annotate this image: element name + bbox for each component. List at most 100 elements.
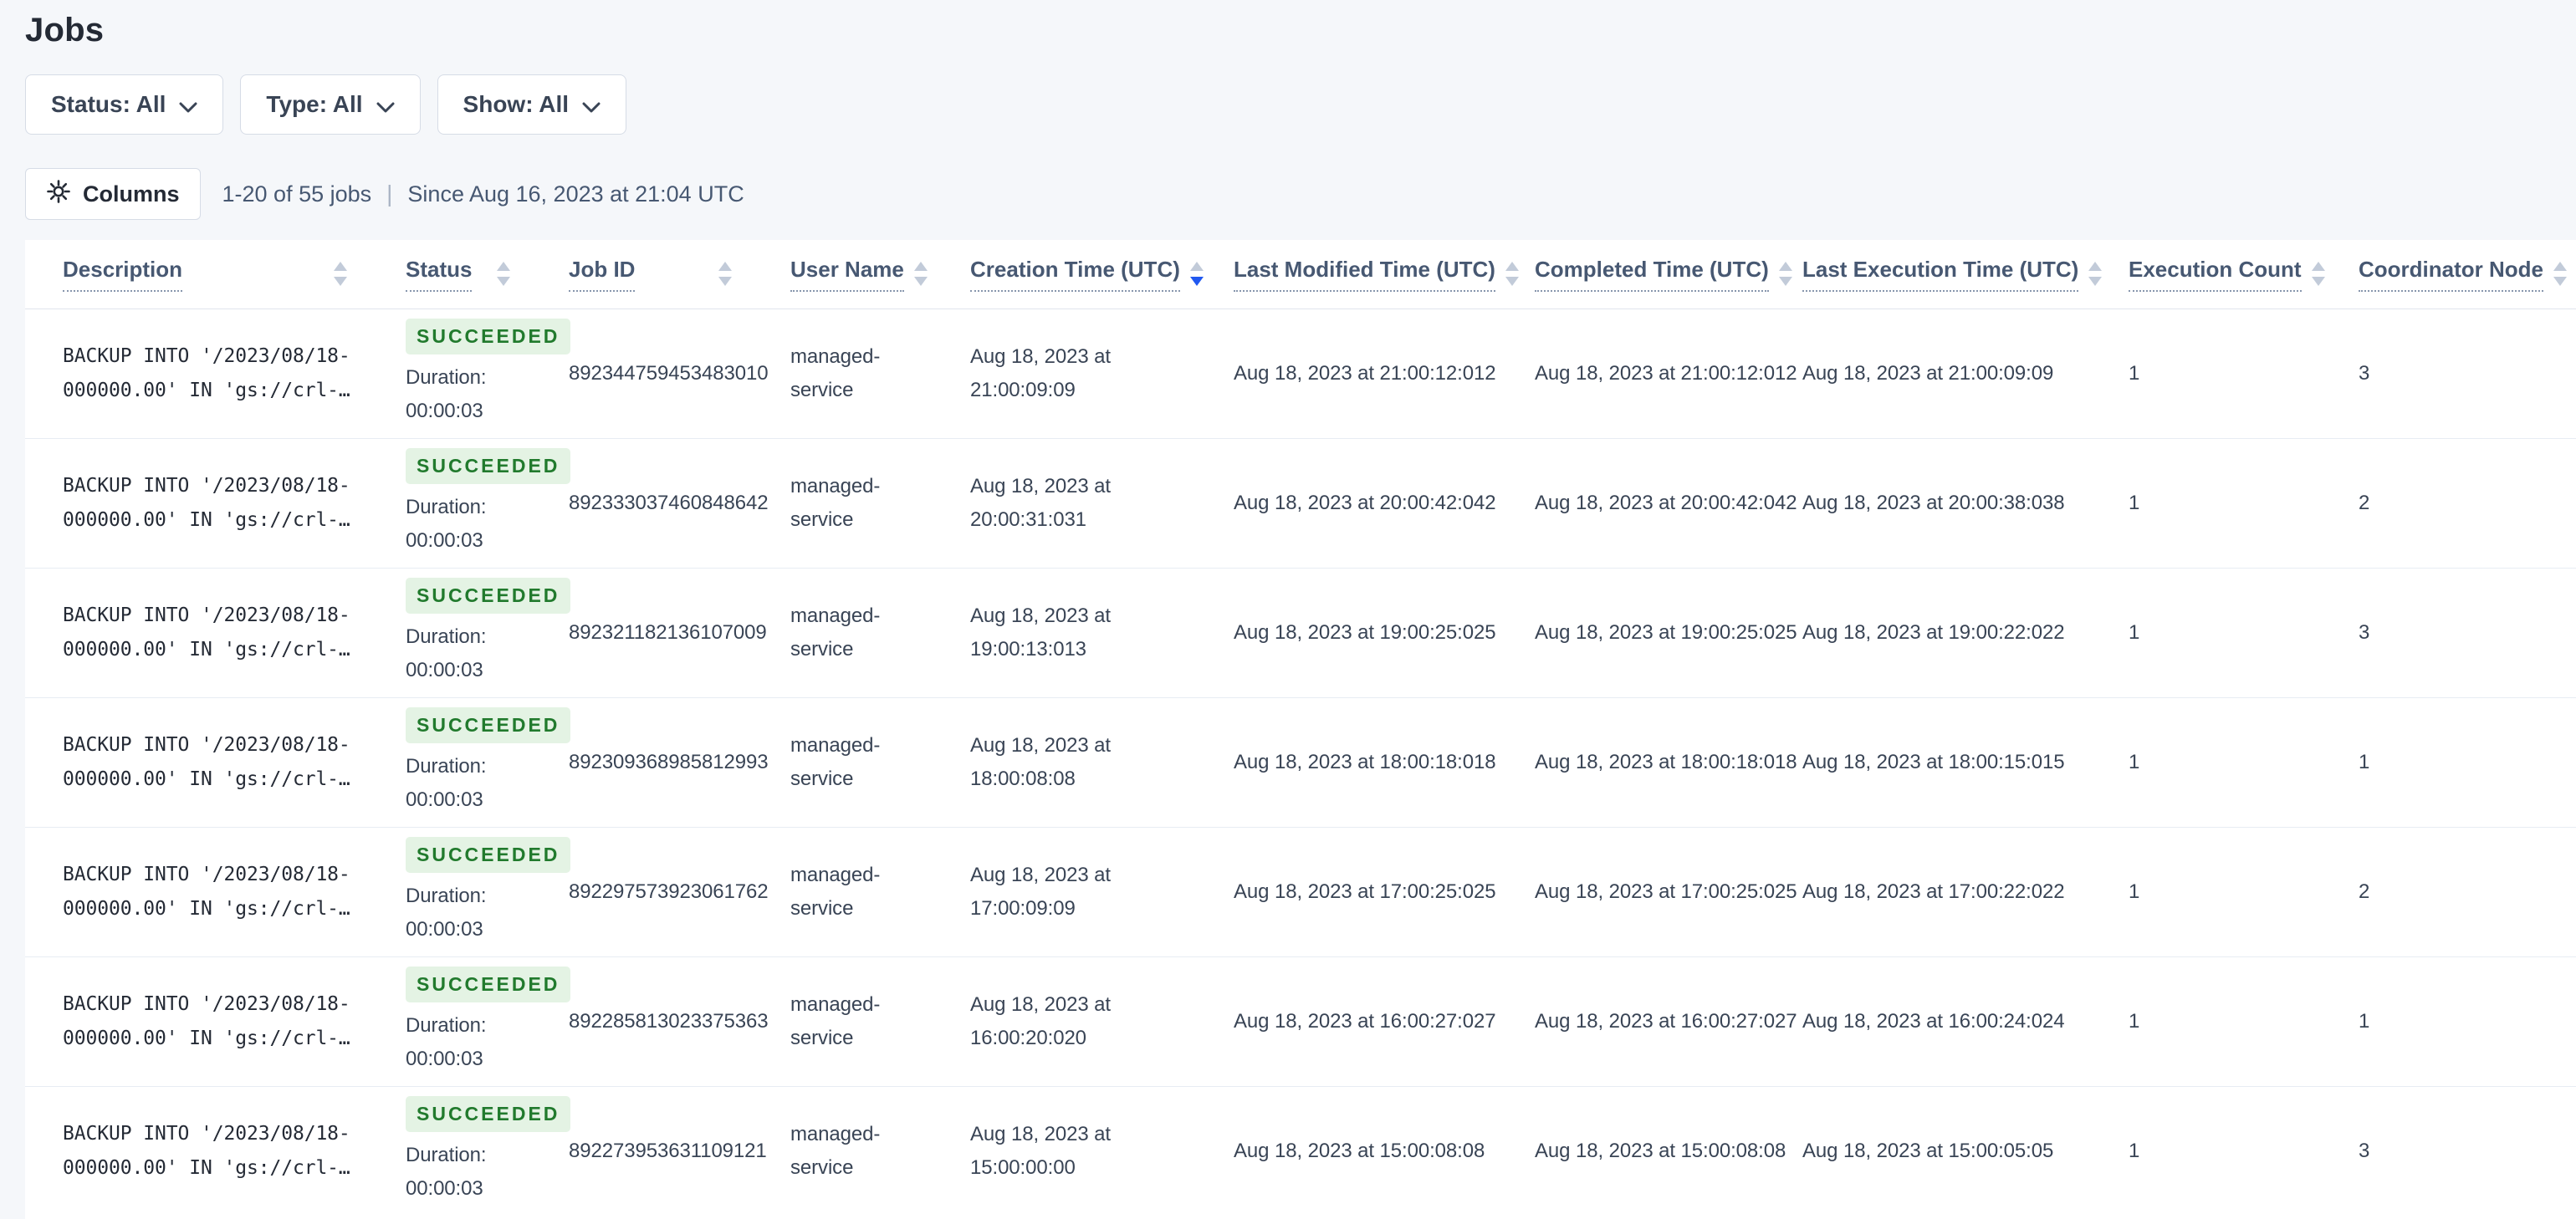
- column-header-label: Job ID: [569, 257, 636, 292]
- execution-count-cell: 1: [2129, 361, 2140, 385]
- sort-icons[interactable]: [497, 262, 510, 287]
- sort-icons[interactable]: [1189, 262, 1204, 287]
- sort-desc-icon[interactable]: [2311, 277, 2325, 287]
- column-header-job-id[interactable]: Job ID: [531, 240, 753, 309]
- column-header-last-execution-time-utc[interactable]: Last Execution Time (UTC): [1765, 240, 2103, 309]
- column-header-coordinator-node[interactable]: Coordinator Node: [2321, 240, 2576, 309]
- sort-desc-icon[interactable]: [1189, 277, 1204, 287]
- sort-icons[interactable]: [2088, 262, 2103, 287]
- coordinator-node-cell: 3: [2359, 361, 2370, 385]
- execution-count-cell: 1: [2091, 696, 2321, 827]
- sort-icons[interactable]: [718, 262, 732, 287]
- chevron-down-icon: [376, 93, 395, 120]
- gear-icon: [46, 179, 71, 210]
- sort-asc-icon[interactable]: [1505, 262, 1519, 272]
- status-filter-dropdown[interactable]: Status: All: [25, 74, 224, 135]
- job-description-cell[interactable]: BACKUP INTO '/2023/08/18- 000000.00' IN '…: [25, 826, 368, 956]
- completed-time-cell: Aug 18, 2023 at 19:00:25:025: [1497, 567, 1797, 697]
- user-name: managed-service: [790, 863, 881, 920]
- table-row: BACKUP INTO '/2023/08/18- 000000.00' IN '…: [25, 1085, 2576, 1216]
- sort-icons[interactable]: [1505, 262, 1519, 287]
- sort-asc-icon[interactable]: [497, 262, 510, 272]
- job-status-cell: SUCCEEDED Duration: 00:00:03: [368, 437, 571, 568]
- sort-asc-icon[interactable]: [913, 262, 928, 272]
- sort-asc-icon[interactable]: [2553, 262, 2567, 272]
- column-header-description[interactable]: Description: [25, 240, 368, 309]
- user-name: managed-service: [790, 604, 881, 661]
- execution-count-cell: 1: [2091, 826, 2321, 956]
- completed-time-cell: Aug 18, 2023 at 15:00:08:08: [1497, 1085, 1786, 1216]
- coordinator-node-cell: 2: [2321, 437, 2576, 568]
- status-badge: SUCCEEDED: [406, 707, 571, 743]
- user-name-cell: managed-service: [753, 309, 933, 438]
- sort-icons[interactable]: [334, 262, 347, 287]
- job-description-cell[interactable]: BACKUP INTO '/2023/08/18- 000000.00' IN '…: [25, 956, 368, 1086]
- column-header-creation-time-utc[interactable]: Creation Time (UTC): [933, 240, 1204, 309]
- user-name-cell: managed-service: [753, 567, 933, 697]
- last-modified-time-cell: Aug 18, 2023 at 20:00:42:042: [1196, 437, 1497, 568]
- results-summary: 1-20 of 55 jobs | Since Aug 16, 2023 at …: [222, 181, 744, 207]
- sort-desc-icon[interactable]: [2553, 277, 2567, 287]
- job-description-line: BACKUP INTO '/2023/08/18-: [63, 992, 350, 1015]
- last-modified-time-cell: Aug 18, 2023 at 17:00:25:025: [1196, 826, 1497, 956]
- summary-separator: |: [386, 181, 393, 207]
- job-duration: Duration: 00:00:03: [406, 885, 487, 941]
- job-description-line: BACKUP INTO '/2023/08/18-: [63, 474, 350, 497]
- columns-button[interactable]: Columns: [25, 168, 201, 220]
- sort-desc-icon[interactable]: [1778, 277, 1792, 287]
- job-description-cell[interactable]: BACKUP INTO '/2023/08/18- 000000.00' IN '…: [25, 696, 368, 827]
- column-header-label: Execution Count: [2129, 257, 2302, 292]
- creation-time-cell: Aug 18, 2023 at 17:00:09:09: [933, 826, 1196, 956]
- sort-asc-icon[interactable]: [2311, 262, 2325, 272]
- column-header-label: User Name: [790, 257, 904, 292]
- sort-desc-icon[interactable]: [718, 277, 732, 287]
- column-header-execution-count[interactable]: Execution Count: [2091, 240, 2325, 309]
- sort-icons[interactable]: [1778, 262, 1792, 287]
- sort-asc-icon[interactable]: [1778, 262, 1792, 272]
- completed-time-cell: Aug 18, 2023 at 18:00:18:018: [1497, 696, 1797, 827]
- last-execution-time-cell: Aug 18, 2023 at 20:00:38:038: [1765, 437, 2091, 568]
- job-duration: Duration: 00:00:03: [406, 1144, 487, 1201]
- sort-desc-icon[interactable]: [334, 277, 347, 287]
- job-status-cell: SUCCEEDED Duration: 00:00:03: [368, 956, 571, 1086]
- sort-desc-icon[interactable]: [497, 277, 510, 287]
- creation-time: Aug 18, 2023 at 19:00:13:013: [970, 604, 1111, 661]
- column-header-last-modified-time-utc[interactable]: Last Modified Time (UTC): [1196, 240, 1519, 309]
- column-header-label: Status: [406, 257, 473, 292]
- column-header-completed-time-utc[interactable]: Completed Time (UTC): [1497, 240, 1792, 309]
- coordinator-node-cell: 1: [2321, 696, 2576, 827]
- sort-icons[interactable]: [913, 262, 928, 287]
- since-text: Since Aug 16, 2023 at 21:04 UTC: [407, 181, 744, 207]
- jobs-page: Jobs Status: All Type: All Show: All Col…: [0, 0, 2576, 1219]
- show-filter-dropdown[interactable]: Show: All: [437, 74, 627, 135]
- sort-desc-icon[interactable]: [1505, 277, 1519, 287]
- column-header-user-name[interactable]: User Name: [753, 240, 933, 309]
- execution-count-cell: 1: [2091, 437, 2321, 568]
- sort-asc-icon[interactable]: [2088, 262, 2103, 272]
- job-description-cell[interactable]: BACKUP INTO '/2023/08/18- 000000.00' IN '…: [25, 1085, 368, 1216]
- column-header-label: Last Execution Time (UTC): [1802, 257, 2079, 292]
- status-badge: SUCCEEDED: [406, 319, 571, 354]
- last-modified-time-cell: Aug 18, 2023 at 21:00:12:012: [1234, 361, 1496, 385]
- sort-asc-icon[interactable]: [1189, 262, 1204, 272]
- sort-icons[interactable]: [2311, 262, 2325, 287]
- job-duration: Duration: 00:00:03: [406, 625, 487, 681]
- columns-button-label: Columns: [83, 181, 180, 207]
- sort-asc-icon[interactable]: [334, 262, 347, 272]
- user-name: managed-service: [790, 474, 881, 531]
- job-description-cell[interactable]: BACKUP INTO '/2023/08/18- 000000.00' IN '…: [25, 437, 368, 568]
- sort-asc-icon[interactable]: [718, 262, 732, 272]
- sort-icons[interactable]: [2553, 262, 2567, 287]
- column-header-status[interactable]: Status: [368, 240, 531, 309]
- job-description-cell[interactable]: BACKUP INTO '/2023/08/18- 000000.00' IN '…: [25, 309, 368, 438]
- job-duration: Duration: 00:00:03: [406, 755, 487, 811]
- user-name-cell: managed-service: [753, 696, 933, 827]
- creation-time-cell: Aug 18, 2023 at 20:00:31:031: [933, 437, 1196, 568]
- creation-time: Aug 18, 2023 at 16:00:20:020: [970, 992, 1111, 1049]
- job-description-cell[interactable]: BACKUP INTO '/2023/08/18- 000000.00' IN '…: [25, 567, 368, 697]
- sort-desc-icon[interactable]: [913, 277, 928, 287]
- jobs-count-text: 1-20 of 55 jobs: [222, 181, 372, 207]
- sort-desc-icon[interactable]: [2088, 277, 2103, 287]
- jobs-table-card: Description Status Job ID User Name Creation…: [25, 240, 2576, 1219]
- type-filter-dropdown[interactable]: Type: All: [240, 74, 421, 135]
